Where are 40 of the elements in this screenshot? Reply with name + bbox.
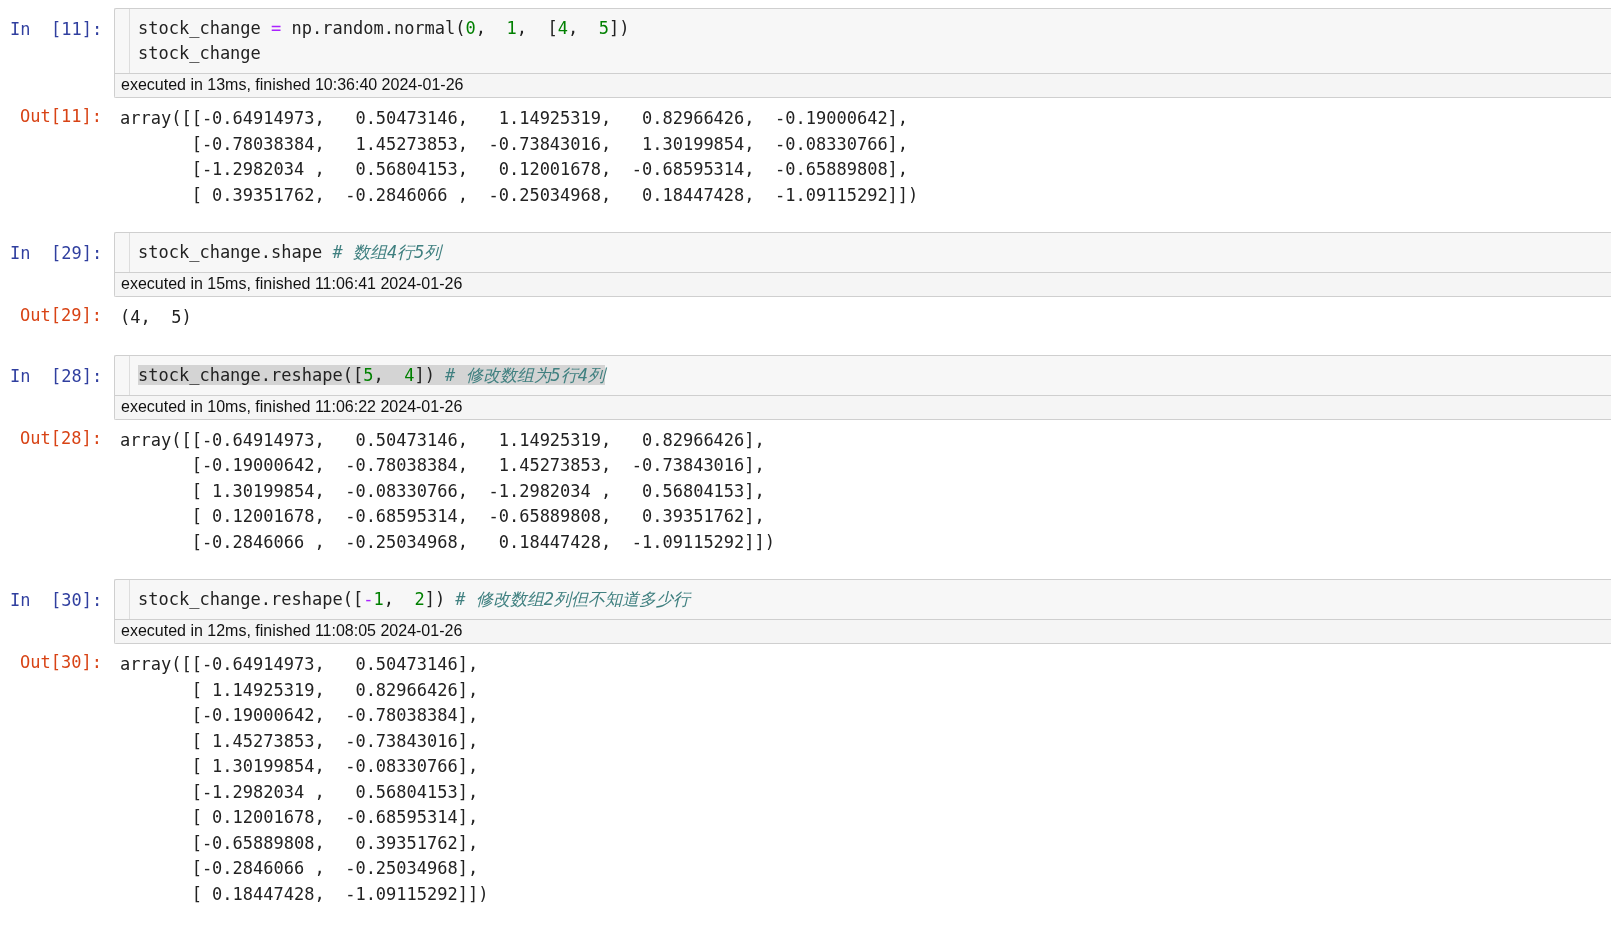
output-line: [ 0.12001678, -0.68595314],	[190, 806, 480, 829]
output-line: [ 0.18447428, -1.09115292]])	[190, 882, 489, 906]
code-line: stock_change.shape # 数组4行5列	[138, 242, 442, 262]
execution-time-bar: executed in 10ms, finished 11:06:22 2024-01-26	[115, 394, 1611, 419]
output-line: array([[-0.64914973, 0.50473146],	[120, 653, 480, 676]
input-prompt: In [11]:	[9, 19, 104, 39]
execution-time-bar: executed in 13ms, finished 10:36:40 2024-01-26	[115, 73, 1611, 97]
output-line: [ 1.30199854, -0.08330766, -1.2982034 , 0.56804153],	[190, 479, 766, 503]
code-cell[interactable]: stock_change.shape # 数组4行5列 executed in 15ms, finished 11:06:41 2024-01-26	[114, 232, 1611, 297]
output-line: [-1.2982034 , 0.56804153, 0.12001678, -0.68595314, -0.65889808],	[190, 158, 910, 181]
output-line: [ 1.14925319, 0.82966426],	[190, 678, 480, 702]
output-line: (4, 5)	[120, 306, 192, 329]
input-prompt: In [30]:	[9, 590, 104, 610]
code-line: stock_change	[138, 43, 261, 63]
code-line: stock_change.reshape([-1, 2]) # 修改数组2列但不知道多少行	[138, 589, 691, 609]
output-line: [-0.2846066 , -0.25034968],	[190, 857, 480, 880]
input-prompt: In [29]:	[9, 243, 104, 263]
execution-time-bar: executed in 15ms, finished 11:06:41 2024-01-26	[115, 272, 1611, 296]
code-cell[interactable]: stock_change = np.random.normal(0, 1, [4, 5]) stock_change executed in 13ms, finished 10:36:40 2024-01-26	[114, 8, 1611, 98]
output-line: [-1.2982034 , 0.56804153],	[190, 780, 480, 804]
output-line: [ 1.30199854, -0.08330766],	[190, 755, 480, 778]
output-line: array([[-0.64914973, 0.50473146, 1.14925319, 0.82966426, -0.19000642],	[120, 107, 910, 130]
input-prompt: In [28]:	[9, 365, 104, 386]
output-line: [-0.65889808, 0.39351762],	[190, 831, 480, 855]
output-line: [-0.19000642, -0.78038384, 1.45273853, -0.73843016],	[190, 454, 766, 477]
output-line: array([[-0.64914973, 0.50473146, 1.14925319, 0.82966426],	[120, 428, 766, 452]
output-line: [ 0.39351762, -0.2846066 , -0.25034968, 0.18447428, -1.09115292]])	[190, 183, 919, 207]
execution-time-bar: executed in 12ms, finished 11:08:05 2024-01-26	[115, 619, 1611, 643]
output-line: [-0.19000642, -0.78038384],	[190, 704, 480, 727]
output-line: [-0.78038384, 1.45273853, -0.73843016, 1.30199854, -0.08330766],	[190, 132, 910, 156]
output-line: [-0.2846066 , -0.25034968, 0.18447428, -1.09115292]])	[190, 530, 776, 554]
code-cell[interactable]: stock_change.reshape([-1, 2]) # 修改数组2列但不知道多少行 executed in 12ms, finished 11:08:05 2024-01-26	[114, 579, 1611, 644]
code-cell[interactable]: stock_change.reshape([5, 4]) # 修改数组为5行4列 executed in 10ms, finished 11:06:22 2024-01-26	[114, 354, 1611, 420]
output-prompt: Out[29]:	[19, 305, 103, 325]
code-line: stock_change = np.random.normal(0, 1, [4, 5])	[138, 18, 630, 38]
output-prompt: Out[11]:	[19, 106, 103, 126]
output-prompt: Out[28]:	[19, 427, 103, 448]
output-line: [ 0.12001678, -0.68595314, -0.65889808, 0.39351762],	[190, 505, 766, 528]
output-line: [ 1.45273853, -0.73843016],	[190, 729, 480, 753]
output-prompt: Out[30]:	[19, 652, 103, 672]
